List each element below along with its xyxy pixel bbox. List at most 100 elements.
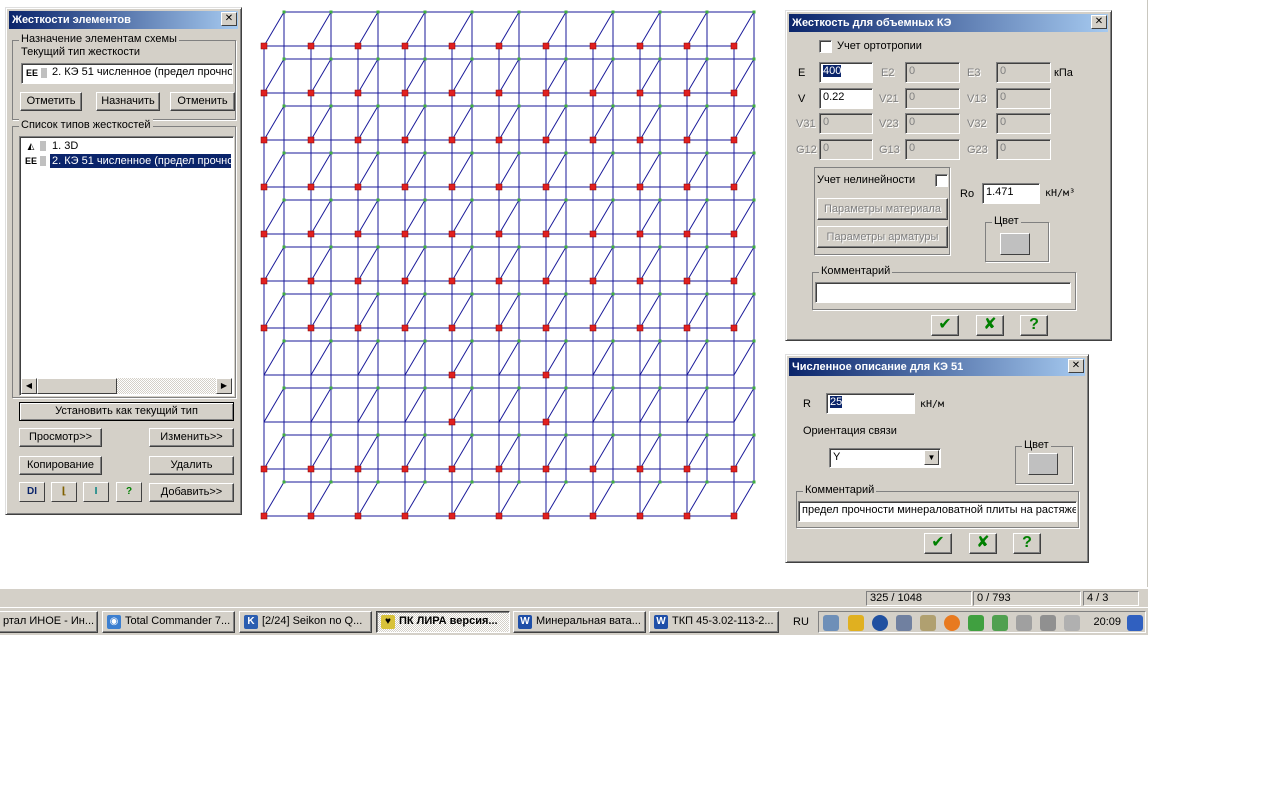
task-word-2[interactable]: W ТКП 45-3.02-113-2... xyxy=(649,611,779,633)
section-db-icon[interactable]: DI xyxy=(19,482,45,502)
mesh-node-back[interactable] xyxy=(705,57,709,61)
tray-signal-icon[interactable] xyxy=(968,615,984,631)
mesh-node-back[interactable] xyxy=(423,57,427,61)
mesh-node[interactable] xyxy=(636,465,644,473)
mesh-node[interactable] xyxy=(730,89,738,97)
tray-network-icon[interactable] xyxy=(896,615,912,631)
mesh-node[interactable] xyxy=(354,324,362,332)
mesh-node-back[interactable] xyxy=(658,10,662,14)
ro-field[interactable]: 1.471 xyxy=(982,183,1040,204)
mesh-node[interactable] xyxy=(307,230,315,238)
mesh-node-back[interactable] xyxy=(376,386,380,390)
g13-field[interactable]: 0 xyxy=(905,139,960,160)
volume-comment-field[interactable] xyxy=(815,282,1071,303)
mesh-node-back[interactable] xyxy=(611,198,615,202)
mesh-node[interactable] xyxy=(636,89,644,97)
mesh-node-back[interactable] xyxy=(517,104,521,108)
tray-warning-icon[interactable] xyxy=(848,615,864,631)
mesh-node-back[interactable] xyxy=(611,104,615,108)
mesh-node[interactable] xyxy=(495,183,503,191)
mesh-node-back[interactable] xyxy=(517,339,521,343)
mesh-node-back[interactable] xyxy=(705,292,709,296)
volume-ok-button[interactable]: ✔ xyxy=(931,315,959,336)
mesh-node-back[interactable] xyxy=(564,245,568,249)
tray-speedometer-icon[interactable] xyxy=(872,615,888,631)
mesh-node[interactable] xyxy=(683,183,691,191)
mesh-node[interactable] xyxy=(495,42,503,50)
mesh-node-back[interactable] xyxy=(282,433,286,437)
mesh-node-back[interactable] xyxy=(517,292,521,296)
mesh-node-back[interactable] xyxy=(423,10,427,14)
mesh-node[interactable] xyxy=(354,277,362,285)
mesh-node[interactable] xyxy=(730,277,738,285)
mesh-node[interactable] xyxy=(260,277,268,285)
mesh-node[interactable] xyxy=(542,512,550,520)
mesh-node-back[interactable] xyxy=(470,10,474,14)
tray-desktop-icon[interactable] xyxy=(1127,615,1143,631)
mesh-node[interactable] xyxy=(542,183,550,191)
mesh-node[interactable] xyxy=(683,324,691,332)
mesh-node[interactable] xyxy=(401,42,409,50)
mesh-node-back[interactable] xyxy=(470,245,474,249)
tray-firefox-icon[interactable] xyxy=(944,615,960,631)
mesh-node[interactable] xyxy=(260,42,268,50)
mesh-node-back[interactable] xyxy=(611,433,615,437)
mesh-node[interactable] xyxy=(260,89,268,97)
fe51-color-swatch[interactable] xyxy=(1028,453,1058,475)
mesh-node-back[interactable] xyxy=(376,339,380,343)
mesh-node[interactable] xyxy=(260,230,268,238)
mesh-node-back[interactable] xyxy=(329,10,333,14)
mesh-node-back[interactable] xyxy=(329,104,333,108)
help-icon[interactable]: ? xyxy=(116,482,142,502)
task-total-commander[interactable]: ◉ Total Commander 7... xyxy=(102,611,235,633)
mesh-node-back[interactable] xyxy=(376,480,380,484)
task-word-1[interactable]: W Минеральная вата... xyxy=(513,611,646,633)
mesh-node-back[interactable] xyxy=(658,480,662,484)
mesh-node-back[interactable] xyxy=(282,245,286,249)
v13-field[interactable]: 0 xyxy=(996,88,1051,109)
mesh-node-back[interactable] xyxy=(470,339,474,343)
mesh-node-back[interactable] xyxy=(517,57,521,61)
mesh-node-back[interactable] xyxy=(376,151,380,155)
mesh-node-back[interactable] xyxy=(329,433,333,437)
i-beam-icon[interactable]: I xyxy=(83,482,109,502)
list-horizontal-scrollbar[interactable]: ◀ ▶ xyxy=(21,378,232,394)
mesh-node-back[interactable] xyxy=(564,151,568,155)
mesh-node-back[interactable] xyxy=(282,480,286,484)
mesh-node[interactable] xyxy=(589,136,597,144)
mesh-node[interactable] xyxy=(354,230,362,238)
mesh-node[interactable] xyxy=(307,183,315,191)
mesh-node[interactable] xyxy=(683,465,691,473)
mesh-node-back[interactable] xyxy=(282,10,286,14)
mesh-node-back[interactable] xyxy=(611,386,615,390)
mesh-node[interactable] xyxy=(542,42,550,50)
volume-dialog-close-button[interactable]: ✕ xyxy=(1091,15,1107,29)
mesh-node[interactable] xyxy=(589,324,597,332)
mesh-node[interactable] xyxy=(307,136,315,144)
mesh-node-back[interactable] xyxy=(611,339,615,343)
mesh-node-back[interactable] xyxy=(517,480,521,484)
mesh-node-back[interactable] xyxy=(423,104,427,108)
mesh-node-back[interactable] xyxy=(705,10,709,14)
mesh-node-back[interactable] xyxy=(282,292,286,296)
mesh-node[interactable] xyxy=(730,465,738,473)
mesh-node[interactable] xyxy=(495,324,503,332)
mesh-node-back[interactable] xyxy=(705,386,709,390)
mesh-node-back[interactable] xyxy=(752,57,756,61)
mesh-node[interactable] xyxy=(354,465,362,473)
e-field[interactable]: 400 xyxy=(819,62,873,83)
g23-field[interactable]: 0 xyxy=(996,139,1051,160)
mesh-node-back[interactable] xyxy=(564,292,568,296)
mesh-node[interactable] xyxy=(683,42,691,50)
mesh-node-back[interactable] xyxy=(752,104,756,108)
mesh-node-back[interactable] xyxy=(517,151,521,155)
mesh-node-back[interactable] xyxy=(752,245,756,249)
material-params-button[interactable]: Параметры материала xyxy=(817,198,948,220)
mesh-node-back[interactable] xyxy=(658,386,662,390)
mesh-node[interactable] xyxy=(542,277,550,285)
mesh-node-back[interactable] xyxy=(564,433,568,437)
v31-field[interactable]: 0 xyxy=(819,113,873,134)
mesh-node-back[interactable] xyxy=(470,386,474,390)
mesh-node[interactable] xyxy=(683,512,691,520)
mesh-node[interactable] xyxy=(307,512,315,520)
